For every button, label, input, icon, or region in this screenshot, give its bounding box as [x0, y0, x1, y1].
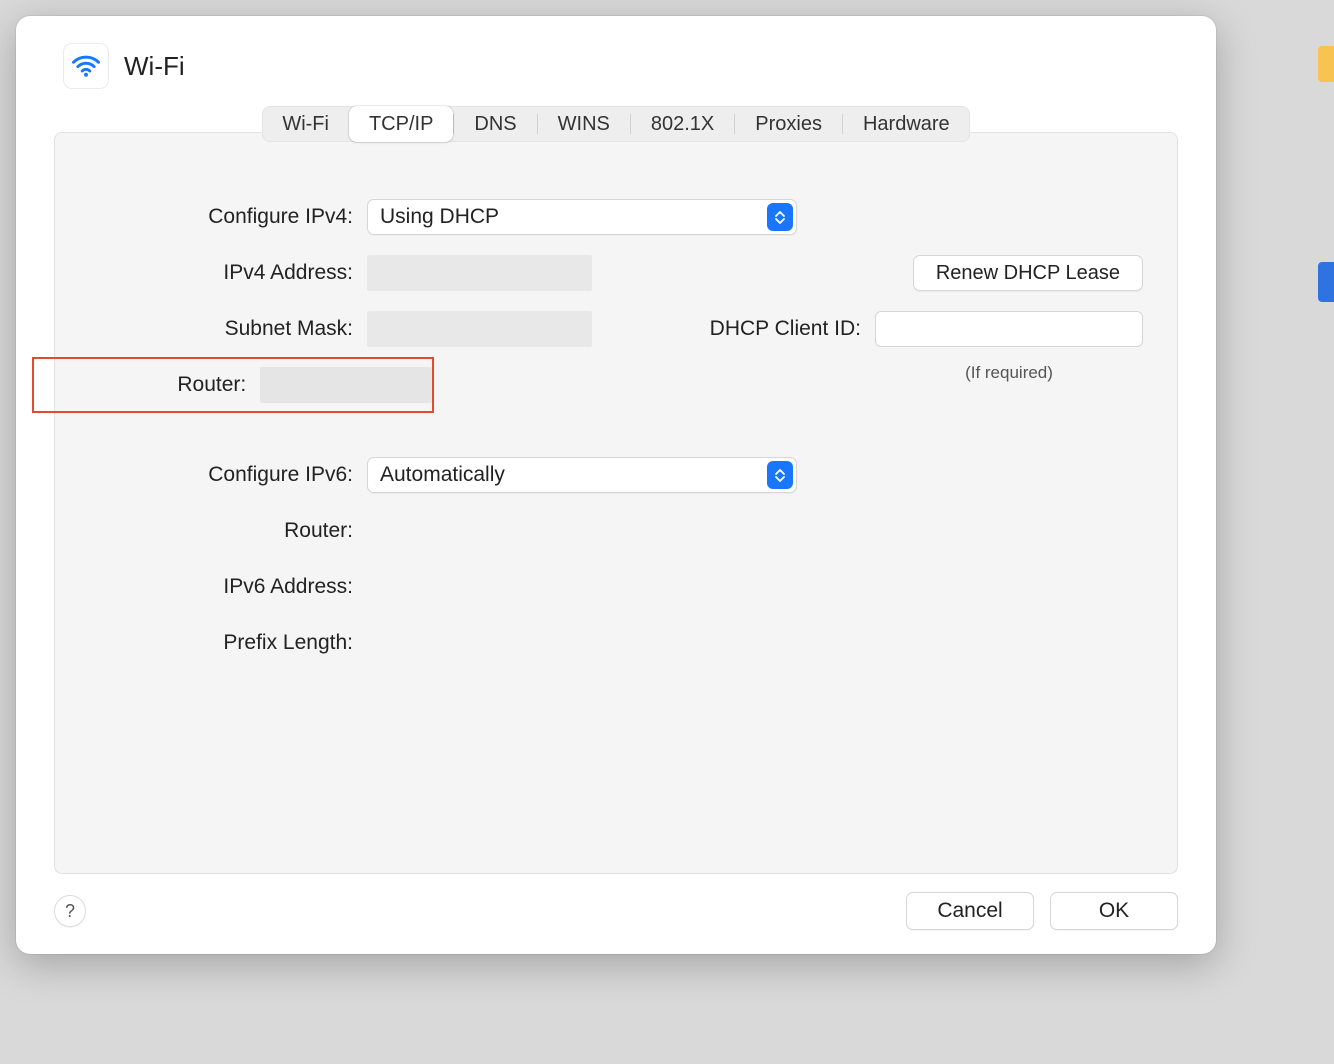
chevron-up-down-icon [767, 203, 793, 231]
select-value: Using DHCP [380, 205, 499, 229]
tab-label: Hardware [863, 113, 950, 136]
tab-proxies[interactable]: Proxies [735, 106, 842, 142]
label-dhcp-client-id: DHCP Client ID: [710, 317, 861, 341]
row-router-ipv6: Router: [89, 509, 1143, 553]
tab-wins[interactable]: WINS [538, 106, 630, 142]
dhcp-client-id-input[interactable] [875, 311, 1143, 347]
page-title: Wi-Fi [124, 51, 185, 82]
tab-wifi[interactable]: Wi-Fi [262, 106, 349, 142]
label-configure-ipv6: Configure IPv6: [89, 463, 367, 487]
button-label: Cancel [937, 899, 1002, 923]
row-configure-ipv4: Configure IPv4: Using DHCP [89, 195, 1143, 239]
tab-hardware[interactable]: Hardware [843, 106, 970, 142]
label-ipv4-address: IPv4 Address: [89, 261, 367, 285]
row-ipv6-address: IPv6 Address: [89, 565, 1143, 609]
ok-button[interactable]: OK [1050, 892, 1178, 930]
label-prefix-length: Prefix Length: [89, 631, 367, 655]
window-edge-accent-mid [1318, 262, 1334, 302]
value-ipv4-address [367, 255, 592, 291]
button-label: OK [1099, 899, 1129, 923]
label-configure-ipv4: Configure IPv4: [89, 205, 367, 229]
label-ipv6-address: IPv6 Address: [89, 575, 367, 599]
header: Wi-Fi [16, 16, 1216, 106]
tab-label: DNS [474, 113, 516, 136]
button-label: Renew DHCP Lease [936, 262, 1120, 285]
select-configure-ipv4[interactable]: Using DHCP [367, 199, 797, 235]
window-edge-accent-top [1318, 46, 1334, 82]
help-icon: ? [65, 901, 75, 922]
value-router-ipv4 [260, 367, 432, 403]
chevron-up-down-icon [767, 461, 793, 489]
tab-dns[interactable]: DNS [454, 106, 536, 142]
help-button[interactable]: ? [54, 895, 86, 927]
tab-8021x[interactable]: 802.1X [631, 106, 734, 142]
label-router-ipv6: Router: [89, 519, 367, 543]
label-subnet-mask: Subnet Mask: [89, 317, 367, 341]
tab-label: Proxies [755, 113, 822, 136]
select-value: Automatically [380, 463, 505, 487]
dhcp-client-id-hint: (If required) [965, 363, 1053, 382]
tab-label: Wi-Fi [282, 113, 329, 136]
tabs: Wi-Fi TCP/IP DNS WINS 802.1X Proxies Har… [262, 106, 969, 142]
row-ipv4-address: IPv4 Address: Renew DHCP Lease [89, 251, 1143, 295]
tab-label: TCP/IP [369, 113, 433, 136]
footer: ? Cancel OK [16, 892, 1216, 954]
preferences-window: Wi-Fi Wi-Fi TCP/IP DNS WINS 802.1X Proxi… [16, 16, 1216, 954]
cancel-button[interactable]: Cancel [906, 892, 1034, 930]
select-configure-ipv6[interactable]: Automatically [367, 457, 797, 493]
router-highlight-box: Router: [32, 357, 434, 413]
label-router-ipv4: Router: [89, 373, 260, 397]
row-configure-ipv6: Configure IPv6: Automatically [89, 453, 1143, 497]
wifi-icon [64, 44, 108, 88]
value-subnet-mask [367, 311, 592, 347]
row-prefix-length: Prefix Length: [89, 621, 1143, 665]
row-subnet-mask: Subnet Mask: DHCP Client ID: [89, 307, 1143, 351]
row-router-ipv4: Router: (If required) [89, 363, 1143, 413]
tab-label: 802.1X [651, 113, 714, 136]
tab-tcpip[interactable]: TCP/IP [349, 106, 453, 142]
renew-dhcp-lease-button[interactable]: Renew DHCP Lease [913, 255, 1143, 291]
tcpip-panel: Configure IPv4: Using DHCP IPv4 Address: [54, 132, 1178, 874]
tab-label: WINS [558, 113, 610, 136]
